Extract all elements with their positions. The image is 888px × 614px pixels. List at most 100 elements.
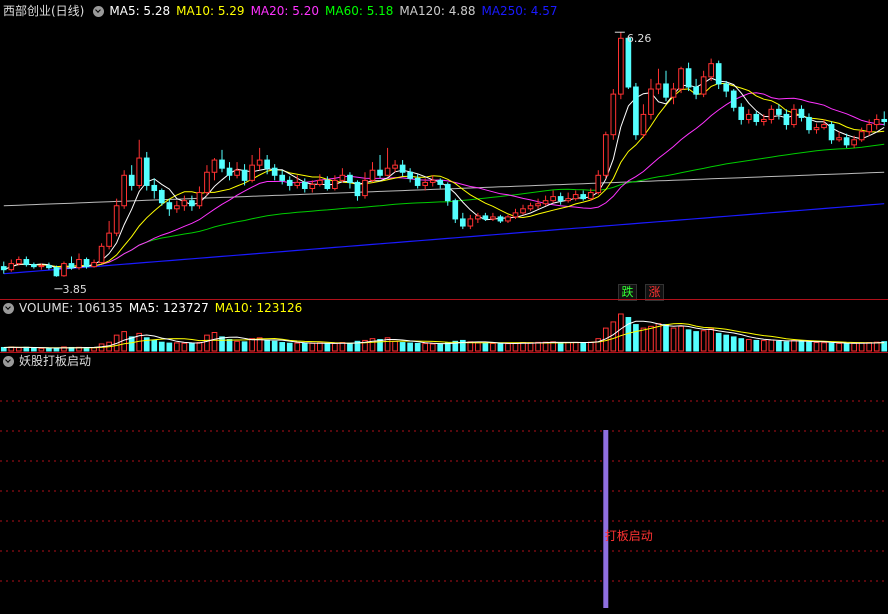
candle <box>121 170 128 209</box>
volume-bar <box>640 327 647 352</box>
candle-body <box>46 265 52 269</box>
volume-bar <box>512 342 519 352</box>
candle-body <box>572 194 579 200</box>
volume-bar <box>648 325 654 352</box>
candle-body <box>535 203 541 207</box>
volume-bar <box>234 340 240 352</box>
chevron-down-icon[interactable] <box>3 302 14 314</box>
volume-panel[interactable]: VOLUME: 106135 MA5: 123727 MA10: 123126 <box>0 300 888 352</box>
candle-body <box>339 174 346 181</box>
price-panel[interactable]: 西部创业(日线) MA5: 5.28 MA10: 5.29 MA20: 5.20… <box>0 0 888 301</box>
candle <box>256 147 263 171</box>
candle-body <box>128 174 135 186</box>
candle <box>685 62 692 92</box>
candle-body <box>745 113 752 120</box>
candle <box>377 155 383 179</box>
candle <box>648 78 654 120</box>
price-chart[interactable]: 6.26 3.85 <box>0 0 888 299</box>
candle <box>715 60 722 90</box>
candle <box>91 259 97 268</box>
candle <box>46 262 52 270</box>
candle <box>339 168 346 183</box>
signal-label: 打板启动 <box>605 529 653 543</box>
volume-bar <box>444 342 451 352</box>
candle-body <box>98 245 105 264</box>
volume-bar <box>813 342 820 352</box>
candle-body <box>219 159 225 169</box>
candle-body <box>332 179 338 189</box>
volume-bar <box>678 325 684 352</box>
volume-bar <box>580 342 587 352</box>
candle-body <box>316 179 323 185</box>
volume-bar <box>768 339 775 352</box>
volume-bar <box>279 342 286 352</box>
candle <box>783 109 790 130</box>
candle <box>520 204 526 215</box>
candle <box>768 105 775 124</box>
volume-bar <box>557 342 564 352</box>
candle-body <box>226 167 233 176</box>
candle-body <box>693 86 699 95</box>
candle <box>550 190 556 203</box>
candle <box>354 180 361 201</box>
candle <box>452 198 459 223</box>
candle-body <box>587 192 594 200</box>
volume-bar <box>204 334 210 352</box>
candle-body <box>610 93 617 136</box>
volume-bar <box>377 339 383 352</box>
candle <box>798 105 805 122</box>
candle-body <box>143 157 150 186</box>
volume-bar <box>166 342 173 352</box>
candle <box>527 202 534 211</box>
volume-bar <box>369 338 376 352</box>
volume-bar <box>392 340 398 352</box>
fall-button-label: 跌 <box>621 285 634 299</box>
candle <box>113 198 120 237</box>
candle-body <box>452 200 459 220</box>
ma60-line <box>3 143 885 271</box>
candle-body <box>136 157 143 186</box>
candle <box>226 162 233 181</box>
candle-body <box>738 106 745 120</box>
candle-body <box>580 194 587 200</box>
candle <box>249 155 255 183</box>
chevron-down-icon[interactable] <box>3 355 14 367</box>
candle-body <box>557 196 564 202</box>
candle <box>505 214 511 223</box>
indicator-chart[interactable]: 打板启动 <box>0 353 888 614</box>
volume-bar <box>347 342 353 352</box>
candle <box>708 58 714 81</box>
volume-bar <box>189 342 195 352</box>
candle-body <box>685 68 692 88</box>
candle <box>83 257 90 269</box>
candle-body <box>806 116 812 131</box>
candle <box>301 178 308 193</box>
candle-body <box>369 169 376 181</box>
candle <box>98 243 105 264</box>
candle <box>813 123 820 134</box>
candle <box>753 111 760 126</box>
candle <box>61 261 67 277</box>
candle-body <box>31 264 37 268</box>
candle <box>384 147 391 177</box>
candle <box>8 259 15 272</box>
candle <box>362 172 368 199</box>
candle <box>151 178 158 199</box>
volume-bar <box>828 342 835 352</box>
volume-bar <box>497 343 504 352</box>
candle <box>68 256 75 270</box>
indicator-panel[interactable]: 打板启动 妖股打板启动 <box>0 353 888 614</box>
candle-body <box>234 169 240 176</box>
volume-bar <box>798 340 805 352</box>
candle-body <box>550 196 556 202</box>
candle <box>467 214 474 230</box>
candle-body <box>640 113 647 136</box>
candle-body <box>730 90 737 108</box>
candle <box>640 104 647 138</box>
vol-ma5-label: MA5: 123727 <box>128 301 209 315</box>
volume-bar <box>821 342 827 352</box>
candle-body <box>241 169 248 181</box>
candle <box>828 121 835 144</box>
candle-body <box>851 139 857 146</box>
volume-bar <box>249 338 255 352</box>
